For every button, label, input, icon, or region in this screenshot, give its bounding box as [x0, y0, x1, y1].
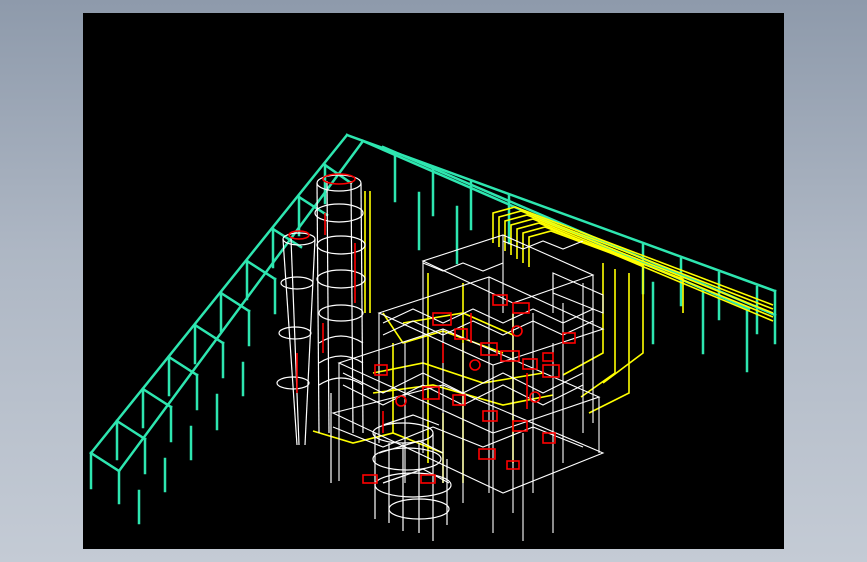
plant-3d-wireframe [89, 133, 777, 541]
steel-structure [331, 234, 605, 541]
spiral-staircase [372, 414, 452, 541]
process-column [276, 174, 366, 483]
cad-3d-viewport[interactable] [83, 13, 784, 549]
